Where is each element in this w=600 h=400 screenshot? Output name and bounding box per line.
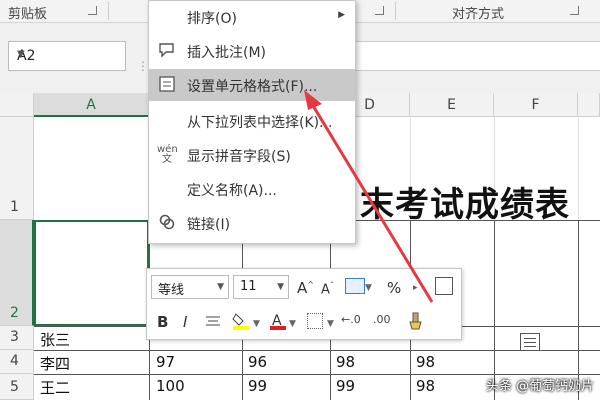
annotation-arrow [304,90,434,303]
watermark: 头条 @葡萄钙奶片 [485,379,594,394]
